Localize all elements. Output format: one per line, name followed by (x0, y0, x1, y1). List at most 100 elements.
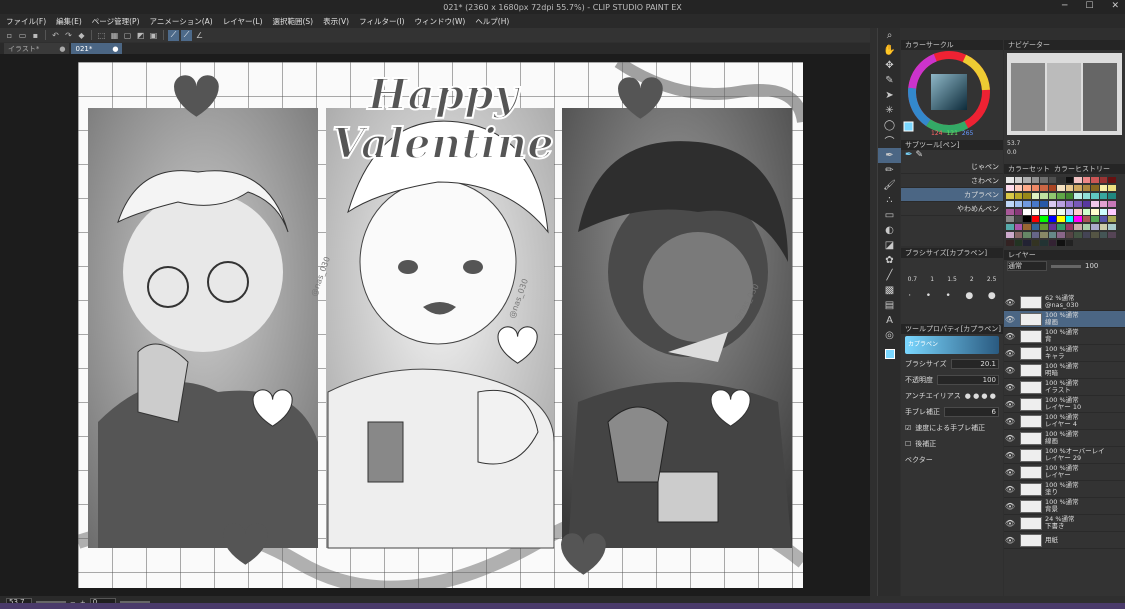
checkbox-icon[interactable]: ☐ (905, 440, 911, 448)
layer-row[interactable]: 👁 62 %通常 @nas_030 (1004, 294, 1125, 311)
color-swatch[interactable] (1048, 184, 1057, 191)
color-swatch[interactable] (1048, 216, 1057, 223)
new-file-icon[interactable]: ▫ (4, 30, 15, 41)
color-swatch[interactable] (1040, 208, 1048, 215)
color-swatch[interactable] (1065, 208, 1074, 215)
tab-illust[interactable]: イラスト* ● (4, 43, 70, 54)
color-swatch[interactable] (1006, 184, 1014, 191)
brush-tool-icon[interactable]: 🖌 (878, 178, 901, 193)
color-swatch[interactable] (1031, 208, 1040, 215)
color-swatch[interactable] (1082, 208, 1091, 215)
visibility-eye-icon[interactable]: 👁 (1004, 536, 1016, 545)
checkbox-icon[interactable]: ☑ (905, 424, 911, 432)
color-swatch[interactable] (1023, 224, 1031, 231)
pen-group-icon[interactable]: ✒ (905, 150, 913, 160)
canvas-area[interactable]: Happy Valentine @nas_030 @nas_030 @nas_0… (0, 54, 870, 596)
color-swatch[interactable] (1108, 192, 1116, 199)
brush-item[interactable]: さわペン (901, 174, 1003, 188)
move-tool-icon[interactable]: ✥ (878, 58, 901, 73)
color-swatch[interactable] (1014, 177, 1023, 183)
pen-tool-icon[interactable]: ✒ (878, 148, 901, 163)
layer-opacity-slider[interactable] (1051, 264, 1081, 268)
color-swatch[interactable] (1057, 208, 1065, 215)
color-swatch[interactable] (1091, 200, 1099, 207)
save-icon[interactable]: ▪ (30, 30, 41, 41)
eraser-tool-icon[interactable]: ▭ (878, 208, 901, 223)
visibility-eye-icon[interactable]: 👁 (1004, 519, 1016, 528)
undo-icon[interactable]: ↶ (50, 30, 61, 41)
color-swatch[interactable] (1048, 240, 1057, 247)
color-swatch[interactable] (1006, 232, 1014, 239)
color-swatch[interactable] (1040, 224, 1048, 231)
color-swatch[interactable] (1065, 192, 1074, 199)
visibility-eye-icon[interactable]: 👁 (1004, 383, 1016, 392)
color-swatch[interactable] (1074, 200, 1082, 207)
menu-selection[interactable]: 選択範囲(S) (273, 16, 314, 27)
color-swatch[interactable] (1091, 177, 1099, 183)
color-swatch[interactable] (1006, 177, 1014, 183)
color-swatch[interactable] (1074, 184, 1082, 191)
brush-item-selected[interactable]: カプラペン (901, 188, 1003, 202)
menu-window[interactable]: ウィンドウ(W) (415, 16, 466, 27)
gradient-tool-icon[interactable]: ▩ (878, 283, 901, 298)
color-swatch[interactable] (1014, 240, 1023, 247)
brush-size-field[interactable]: 20.1 (950, 359, 999, 369)
layer-row[interactable]: 👁 100 %通常 レイヤー 10 (1004, 396, 1125, 413)
color-swatch[interactable] (1091, 184, 1099, 191)
color-swatch[interactable] (1074, 216, 1082, 223)
decoration-tool-icon[interactable]: ✿ (878, 253, 901, 268)
color-swatch[interactable] (1023, 232, 1031, 239)
color-swatch[interactable] (1082, 200, 1091, 207)
color-swatch[interactable] (1057, 224, 1065, 231)
color-swatch[interactable] (1006, 240, 1014, 247)
color-swatch[interactable] (1082, 232, 1091, 239)
layer-row[interactable]: 👁 100 %通常 線画 (1004, 311, 1125, 328)
color-swatch[interactable] (1065, 224, 1074, 231)
color-swatch[interactable] (1074, 192, 1082, 199)
color-swatch[interactable] (1057, 200, 1065, 207)
stabilization-field[interactable]: 6 (944, 407, 999, 417)
color-swatch[interactable] (1031, 232, 1040, 239)
eyedropper-tool-icon[interactable]: ✎ (878, 73, 901, 88)
select-all-icon[interactable]: ▦ (109, 30, 120, 41)
size-preset[interactable]: 0.7 (908, 276, 918, 283)
color-swatch[interactable] (1099, 232, 1108, 239)
color-swatch[interactable] (1074, 224, 1082, 231)
color-swatch-grid[interactable] (1006, 177, 1116, 247)
color-swatch[interactable] (1099, 224, 1108, 231)
figure-tool-icon[interactable]: ╱ (878, 268, 901, 283)
layer-row[interactable]: 👁 100 %通常 レイヤー (1004, 464, 1125, 481)
layer-row[interactable]: 👁 100 %通常 背 (1004, 328, 1125, 345)
color-swatch[interactable] (1014, 200, 1023, 207)
color-swatch[interactable] (1082, 184, 1091, 191)
color-swatch[interactable] (1006, 200, 1014, 207)
color-swatch[interactable] (1057, 232, 1065, 239)
operation-tool-icon[interactable]: ➤ (878, 88, 901, 103)
color-swatch[interactable] (1082, 224, 1091, 231)
color-swatch[interactable] (1006, 216, 1014, 223)
menu-view[interactable]: 表示(V) (323, 16, 349, 27)
visibility-eye-icon[interactable]: 👁 (1004, 468, 1016, 477)
menu-edit[interactable]: 編集(E) (56, 16, 82, 27)
color-swatch[interactable] (1099, 208, 1108, 215)
color-swatch[interactable] (1057, 184, 1065, 191)
maximize-icon[interactable]: ☐ (1085, 1, 1093, 11)
color-swatch[interactable] (1048, 208, 1057, 215)
color-swatch[interactable] (1108, 200, 1116, 207)
color-swatch[interactable] (1023, 240, 1031, 247)
color-swatch[interactable] (1006, 208, 1014, 215)
color-swatch[interactable] (1074, 177, 1082, 183)
color-swatch[interactable] (1082, 177, 1091, 183)
open-file-icon[interactable]: ▭ (17, 30, 28, 41)
visibility-eye-icon[interactable]: 👁 (1004, 349, 1016, 358)
visibility-eye-icon[interactable]: 👁 (1004, 400, 1016, 409)
size-preset[interactable]: 2.5 (987, 276, 997, 283)
fill-icon[interactable]: ▣ (148, 30, 159, 41)
color-swatch[interactable] (1099, 177, 1108, 183)
fill-tool-icon[interactable]: ◪ (878, 238, 901, 253)
color-swatch[interactable] (1091, 208, 1099, 215)
color-swatch[interactable] (1065, 177, 1074, 183)
layer-row[interactable]: 👁 100 %通常 線画 (1004, 430, 1125, 447)
color-swatch[interactable] (1048, 192, 1057, 199)
color-swatch[interactable] (1048, 177, 1057, 183)
